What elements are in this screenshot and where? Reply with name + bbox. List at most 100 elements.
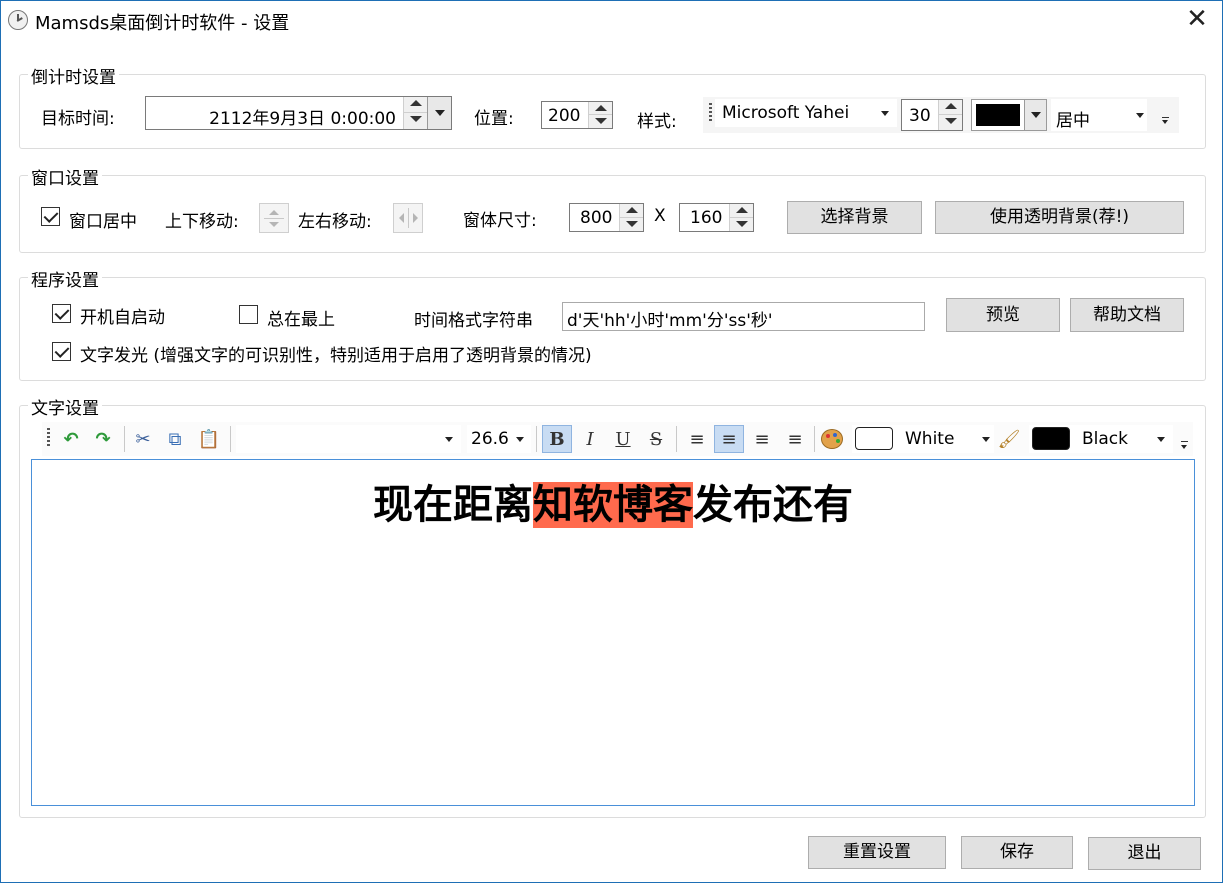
position-spinner[interactable] (588, 102, 612, 128)
window-width-spinner[interactable] (619, 204, 643, 231)
editor-text-after: 发布还有 (693, 482, 853, 528)
target-time-dropdown-button[interactable] (427, 97, 451, 129)
target-time-down-icon[interactable] (404, 113, 427, 129)
text-settings-title: 文字设置 (28, 394, 102, 419)
editor-text-before: 现在距离 (373, 482, 533, 528)
color-combo[interactable] (971, 99, 1047, 131)
target-time-up-icon[interactable] (404, 97, 427, 113)
choose-background-button[interactable]: 选择背景 (787, 201, 922, 234)
autostart-checkbox[interactable] (52, 304, 71, 323)
font-value: Microsoft Yahei (722, 103, 850, 123)
palette-icon[interactable] (818, 425, 846, 453)
paste-icon[interactable]: 📋 (196, 426, 222, 452)
target-time-picker[interactable]: 2112年9月3日 0:00:00 (145, 96, 452, 130)
back-color-name: Black (1082, 429, 1128, 449)
arrow-up-icon (269, 210, 279, 215)
back-color-dropdown-icon (1157, 437, 1165, 442)
font-dropdown-icon (881, 111, 889, 116)
toolbar-separator (814, 426, 815, 452)
autostart-label: 开机自启动 (80, 308, 165, 328)
style-label: 样式: (637, 112, 677, 132)
font-size-stepper[interactable]: 30 (901, 99, 963, 131)
align-center-icon[interactable]: ≡ (714, 425, 744, 453)
align-dropdown-icon (1136, 113, 1144, 118)
countdown-settings-title: 倒计时设置 (28, 63, 119, 88)
window-width-stepper[interactable]: 800 (569, 203, 644, 232)
help-docs-button[interactable]: 帮助文档 (1070, 298, 1184, 332)
italic-icon[interactable]: I (575, 425, 605, 453)
target-time-spinner[interactable] (403, 97, 427, 129)
editor-text-highlight: 知软博客 (533, 482, 693, 528)
transparent-background-button[interactable]: 使用透明背景(荐!) (935, 201, 1184, 234)
program-settings-title: 程序设置 (28, 266, 102, 291)
topmost-label: 总在最上 (267, 310, 335, 330)
toolbar-separator (124, 426, 125, 452)
copy-icon[interactable]: ⧉ (162, 426, 188, 452)
window-height-spinner[interactable] (729, 204, 753, 231)
align-combo[interactable]: 居中 (1051, 99, 1147, 131)
editor-font-combo[interactable] (236, 425, 461, 453)
font-size-down-icon[interactable] (939, 115, 962, 130)
vertical-move-button[interactable] (259, 203, 289, 233)
align-left-icon[interactable]: ≡ (682, 425, 712, 453)
style-toolbar-grip[interactable] (709, 103, 712, 123)
underline-icon[interactable]: U (608, 425, 638, 453)
color-dropdown-button[interactable] (1024, 100, 1046, 130)
editor-font-size-combo[interactable]: 26.6 (467, 425, 531, 453)
brush-icon[interactable]: 🖌 (996, 425, 1022, 453)
fore-color-combo[interactable]: White (852, 425, 994, 453)
text-glow-checkbox[interactable] (52, 342, 71, 361)
bold-icon[interactable]: B (542, 425, 572, 453)
font-size-up-icon[interactable] (939, 100, 962, 115)
preview-button[interactable]: 预览 (946, 298, 1060, 332)
justify-icon[interactable]: ≡ (780, 425, 810, 453)
window-width-up-icon[interactable] (620, 204, 643, 218)
toolbar-separator (536, 426, 537, 452)
window-center-checkbox[interactable] (41, 207, 60, 226)
editor-font-dropdown-icon (445, 437, 453, 442)
back-color-swatch (1032, 427, 1070, 450)
strikethrough-icon[interactable]: S (641, 425, 671, 453)
target-time-label: 目标时间: (41, 109, 115, 129)
fore-color-name: White (905, 429, 955, 449)
fore-color-dropdown-icon (982, 437, 990, 442)
undo-icon[interactable]: ↶ (58, 426, 84, 452)
window-height-down-icon[interactable] (730, 218, 753, 232)
reset-settings-button[interactable]: 重置设置 (808, 836, 946, 869)
window-height-up-icon[interactable] (730, 204, 753, 218)
toolbar-separator (676, 426, 677, 452)
position-down-icon[interactable] (589, 115, 612, 128)
rich-text-editor[interactable]: 现在距离知软博客发布还有 (31, 459, 1195, 806)
arrow-down-icon (269, 222, 279, 227)
time-format-value: d'天'hh'小时'mm'分'ss'秒' (567, 311, 773, 331)
chevron-down-icon (435, 110, 445, 116)
close-button[interactable]: ✕ (1177, 5, 1217, 35)
time-format-input[interactable]: d'天'hh'小时'mm'分'ss'秒' (562, 302, 925, 331)
window-width-down-icon[interactable] (620, 218, 643, 232)
title-bar: Mamsds桌面倒计时软件 - 设置 ✕ (1, 1, 1222, 39)
time-format-label: 时间格式字符串 (414, 311, 533, 331)
toolbar-overflow-icon[interactable] (1161, 117, 1171, 125)
window-center-label: 窗口居中 (69, 212, 137, 232)
back-color-combo[interactable]: Black (1029, 425, 1173, 453)
fore-color-swatch (855, 427, 893, 450)
redo-icon[interactable]: ↷ (90, 426, 116, 452)
toolbar-overflow-icon[interactable] (1180, 441, 1190, 451)
font-combo[interactable]: Microsoft Yahei (715, 99, 897, 127)
rich-text-toolbar: ↶ ↷ ✂ ⧉ 📋 26.6 B I U S ≡ ≡ ≡ ≡ White 🖌 B… (42, 422, 1193, 456)
rich-text-toolbar-grip[interactable] (47, 428, 50, 448)
position-value: 200 (548, 106, 581, 126)
save-button[interactable]: 保存 (961, 836, 1073, 869)
exit-button[interactable]: 退出 (1088, 837, 1201, 870)
window-title: Mamsds桌面倒计时软件 - 设置 (35, 13, 290, 34)
topmost-checkbox[interactable] (239, 305, 258, 324)
chevron-down-icon (1031, 112, 1041, 118)
cut-icon[interactable]: ✂ (130, 426, 156, 452)
font-size-spinner[interactable] (938, 100, 962, 130)
arrow-left-icon (399, 213, 404, 223)
align-right-icon[interactable]: ≡ (747, 425, 777, 453)
position-up-icon[interactable] (589, 102, 612, 115)
window-height-stepper[interactable]: 160 (679, 203, 754, 232)
position-stepper[interactable]: 200 (541, 101, 613, 129)
horizontal-move-button[interactable] (393, 203, 423, 233)
